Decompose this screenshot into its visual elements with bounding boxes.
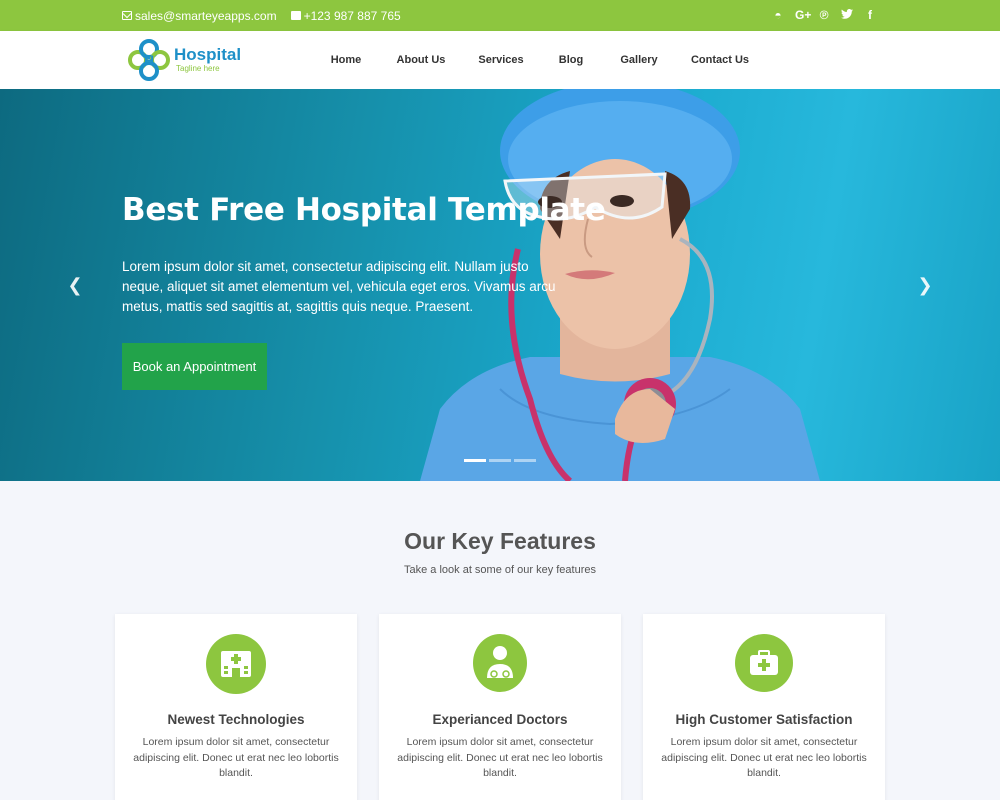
social-links: ◓ G+ ℗ f xyxy=(772,0,887,31)
phone-link[interactable]: +123 987 887 765 xyxy=(290,8,401,23)
nav-contact-us[interactable]: Contact Us xyxy=(668,54,772,66)
main-nav: Home About Us Services Blog Gallery Cont… xyxy=(320,31,772,89)
hospital-logo-icon: H xyxy=(128,39,170,81)
phone-text: +123 987 887 765 xyxy=(303,8,401,23)
nav-home[interactable]: Home xyxy=(320,54,372,66)
top-bar: sales@smarteyeapps.com +123 987 887 765 … xyxy=(0,0,1000,31)
feature-description: Lorem ipsum dolor sit amet, consectetur … xyxy=(133,736,339,779)
nav-gallery[interactable]: Gallery xyxy=(610,54,668,66)
feature-card: Experianced Doctors Lorem ipsum dolor si… xyxy=(379,614,621,800)
contact-info: sales@smarteyeapps.com +123 987 887 765 xyxy=(122,0,415,31)
nav-services[interactable]: Services xyxy=(470,54,532,66)
hero-slider: Best Free Hospital Template Lorem ipsum … xyxy=(0,89,1000,481)
slide-indicator[interactable] xyxy=(464,459,486,462)
email-text: sales@smarteyeapps.com xyxy=(135,8,277,23)
twitter-icon[interactable] xyxy=(841,0,853,31)
feature-title: High Customer Satisfaction xyxy=(675,712,853,727)
doctor-icon xyxy=(473,634,527,692)
feature-card: Newest Technologies Lorem ipsum dolor si… xyxy=(115,614,357,800)
section-subtitle: Take a look at some of our key features xyxy=(404,564,596,576)
medical-kit-icon xyxy=(735,634,793,692)
facebook-icon[interactable]: f xyxy=(864,0,876,31)
github-icon[interactable]: ◓ xyxy=(772,0,784,31)
feature-title: Experianced Doctors xyxy=(432,712,568,727)
hospital-icon xyxy=(206,634,266,694)
chevron-right-icon[interactable]: ❯ xyxy=(917,274,933,296)
google-plus-icon[interactable]: G+ xyxy=(795,0,811,31)
pinterest-icon[interactable]: ℗ xyxy=(818,0,830,31)
chevron-left-icon[interactable]: ❮ xyxy=(67,274,83,296)
feature-card: High Customer Satisfaction Lorem ipsum d… xyxy=(643,614,885,800)
logo[interactable]: H Hospital Tagline here xyxy=(128,39,241,81)
nav-blog[interactable]: Blog xyxy=(532,54,610,66)
site-header: H Hospital Tagline here Home About Us Se… xyxy=(0,31,1000,89)
hero-description: Lorem ipsum dolor sit amet, consectetur … xyxy=(122,259,556,314)
feature-description: Lorem ipsum dolor sit amet, consectetur … xyxy=(397,736,603,779)
phone-icon xyxy=(290,11,301,20)
envelope-icon xyxy=(122,11,132,20)
slider-indicators xyxy=(464,459,539,462)
book-appointment-button[interactable]: Book an Appointment xyxy=(122,343,267,390)
logo-tagline: Tagline here xyxy=(176,64,220,73)
slide-indicator[interactable] xyxy=(489,459,511,462)
section-title: Our Key Features xyxy=(404,528,596,554)
hero-title: Best Free Hospital Template xyxy=(122,192,606,228)
feature-description: Lorem ipsum dolor sit amet, consectetur … xyxy=(661,736,867,779)
email-link[interactable]: sales@smarteyeapps.com xyxy=(122,9,277,23)
logo-name: Hospital xyxy=(174,45,242,64)
nav-about-us[interactable]: About Us xyxy=(372,54,470,66)
slide-indicator[interactable] xyxy=(514,459,536,462)
feature-title: Newest Technologies xyxy=(167,712,305,727)
